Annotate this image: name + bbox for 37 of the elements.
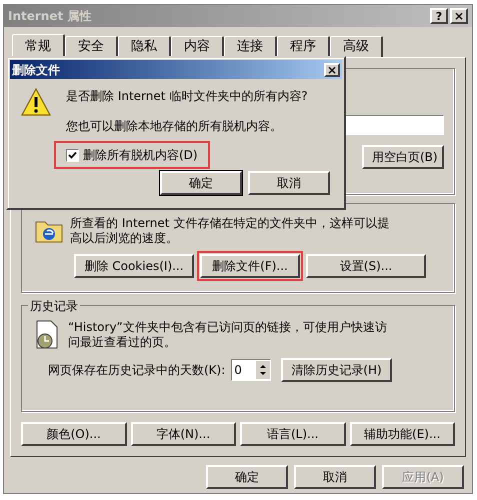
offline-content-checkbox[interactable]: 删除所有脱机内容(D) bbox=[66, 146, 198, 164]
tab[interactable]: 连接 bbox=[224, 36, 277, 57]
window-title: Internet 属性 bbox=[8, 8, 92, 25]
days-spinner[interactable]: 0 bbox=[231, 358, 272, 381]
temp-files-button[interactable]: 设置(S)... bbox=[306, 254, 426, 278]
settings-button[interactable]: 辅助功能(E)... bbox=[350, 422, 455, 446]
temp-files-button[interactable]: 删除 Cookies(I)... bbox=[74, 254, 194, 278]
tab[interactable]: 常规 bbox=[12, 34, 65, 58]
warning-icon bbox=[20, 87, 52, 117]
clear-history-button[interactable]: 清除历史记录(H) bbox=[281, 358, 392, 382]
tab[interactable]: 程序 bbox=[277, 36, 330, 57]
settings-button[interactable]: 字体(N)... bbox=[130, 422, 236, 446]
blank-page-button[interactable]: 用空白页(B) bbox=[362, 145, 444, 169]
dialog-button[interactable]: 取消 bbox=[248, 171, 330, 195]
dialog-close-button[interactable]: × bbox=[324, 62, 340, 76]
help-button[interactable]: ? bbox=[430, 8, 448, 24]
dialog-question: 是否删除 Internet 临时文件夹中的所有内容? bbox=[66, 88, 308, 105]
dialog-action-button[interactable]: 确定 bbox=[206, 465, 288, 489]
dialog-note: 您也可以删除本地存储的所有脱机内容。 bbox=[66, 118, 283, 135]
spinner-arrows-icon[interactable] bbox=[256, 360, 270, 379]
close-button[interactable]: × bbox=[450, 8, 468, 24]
tab[interactable]: 内容 bbox=[171, 36, 224, 57]
delete-files-button[interactable]: 删除文件(F)... bbox=[200, 254, 300, 278]
check-icon bbox=[68, 150, 77, 160]
history-description: “History”文件夹中包含有已访问页的链接，可使用户快速访问最近查看过的页。 bbox=[68, 320, 388, 350]
dialog-title: 删除文件 bbox=[12, 62, 60, 78]
dialog-action-button[interactable]: 取消 bbox=[294, 465, 376, 489]
settings-button[interactable]: 语言(L)... bbox=[240, 422, 346, 446]
settings-button[interactable]: 颜色(O)... bbox=[21, 422, 126, 446]
dialog-button[interactable]: 确定 bbox=[160, 171, 242, 195]
days-label: 网页保存在历史记录中的天数(K): bbox=[48, 362, 226, 379]
tab[interactable]: 高级 bbox=[330, 36, 383, 57]
checkbox[interactable] bbox=[66, 148, 79, 162]
temp-files-description: 所查看的 Internet 文件存储在特定的文件夹中，这样可以提高以后浏览的速度。 bbox=[70, 216, 390, 246]
tab[interactable]: 隐私 bbox=[118, 36, 171, 57]
tab[interactable]: 安全 bbox=[65, 36, 118, 57]
days-value: 0 bbox=[233, 362, 243, 379]
